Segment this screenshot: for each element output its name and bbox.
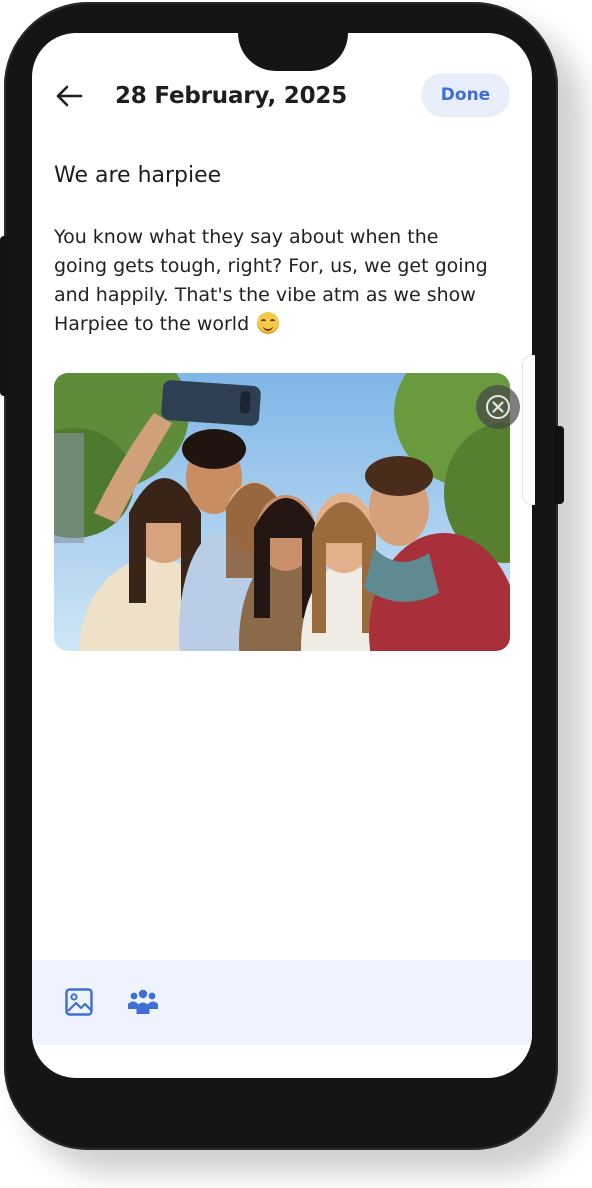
volume-button xyxy=(0,236,7,396)
attached-photo[interactable] xyxy=(54,373,510,651)
add-image-button[interactable] xyxy=(61,984,97,1020)
side-panel-edge xyxy=(522,355,535,505)
smile-emoji-icon xyxy=(257,312,280,334)
back-button[interactable] xyxy=(52,79,86,113)
people-icon xyxy=(128,989,158,1014)
done-button[interactable]: Done xyxy=(421,73,510,117)
tag-people-button[interactable] xyxy=(125,984,161,1020)
app-screen: 28 February, 2025 Done We are harpiee Yo… xyxy=(32,33,532,1078)
power-button xyxy=(555,426,564,504)
image-icon xyxy=(65,988,93,1016)
arrow-left-icon xyxy=(56,85,83,107)
entry-body[interactable]: You know what they say about when the go… xyxy=(54,223,494,339)
editor-toolbar xyxy=(32,960,532,1045)
remove-photo-button[interactable] xyxy=(476,385,520,429)
close-circle-icon xyxy=(486,395,510,419)
group-selfie-image xyxy=(54,373,510,651)
entry-title[interactable]: We are harpiee xyxy=(54,163,221,188)
entry-date: 28 February, 2025 xyxy=(115,83,348,109)
